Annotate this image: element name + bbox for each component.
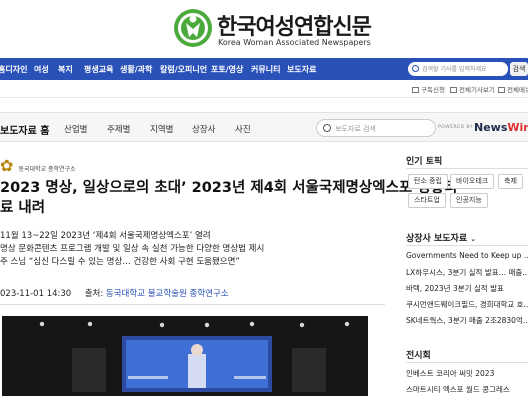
lotus-icon: ✿ — [0, 156, 14, 175]
tab-topic[interactable]: 주제별 — [107, 123, 130, 135]
nav-item-lifelong-education[interactable]: 평생교육 — [84, 64, 113, 75]
tab-region[interactable]: 지역별 — [150, 123, 173, 135]
search-icon — [323, 124, 331, 132]
search-icon — [412, 65, 419, 72]
list-icon — [450, 87, 457, 93]
menu-icon — [498, 87, 505, 93]
divider — [0, 304, 385, 305]
nav-item-press-release[interactable]: 보도자료 — [287, 64, 316, 75]
list-item[interactable]: 쿠시먼앤드웨이크필드, 경희대학교 호... — [406, 299, 528, 310]
tab-photos[interactable]: 사진 — [235, 123, 251, 135]
listed-company-news-title: 상장사 보도자료 ⌄ — [406, 234, 477, 244]
topic-tag[interactable]: 바이오테크 — [450, 174, 495, 189]
nav-item-welfare[interactable]: 복지 — [58, 64, 73, 75]
headline-line-1: 2023 명상, 일상으로의 초대’ 2023년 제4회 서울국제명상엑스포 성… — [0, 180, 458, 196]
popular-topics-title: 인기 토픽 — [406, 157, 443, 167]
nav-item-home-design[interactable]: 홈디자인 — [0, 64, 27, 75]
utility-bar: 구독신청 전체기사보기 전체메뉴 — [0, 80, 528, 98]
exhibitions-title: 전시회 — [406, 351, 431, 361]
stage-photo-image — [2, 316, 368, 396]
list-item[interactable]: 인베스트 코리아 써밋 2023 — [406, 368, 528, 379]
subscribe-link[interactable]: 구독신청 — [412, 84, 445, 94]
list-item[interactable]: LX하우시스, 3분기 실적 발표… 매출... — [406, 267, 528, 278]
source-label: 출처: — [84, 289, 104, 299]
all-menu-link[interactable]: 전체메뉴 — [498, 84, 528, 94]
article-summary: 11월 13~22일 2023년 ‘제4회 서울국제명상엑스포’ 열려 명상 문… — [0, 230, 264, 269]
site-search-placeholder: 검색할 기사를 입력하세요 — [422, 66, 487, 73]
nav-item-column-opinion[interactable]: 칼럼/오피니언 — [160, 64, 207, 75]
article-headline: 2023 명상, 일상으로의 초대’ 2023년 제4회 서울국제명상엑스포 성… — [0, 178, 458, 218]
nav-item-community[interactable]: 커뮤니티 — [251, 64, 280, 75]
all-articles-link[interactable]: 전체기사보기 — [450, 84, 495, 94]
topic-tag[interactable]: 탄소 중립 — [408, 174, 448, 189]
nav-item-photo-video[interactable]: 포토/영상 — [211, 64, 243, 75]
topic-tag[interactable]: 축제 — [498, 174, 523, 189]
site-header: 한국여성연합신문 Korea Woman Associated Newspape… — [0, 0, 528, 62]
newswire-bar: 보도자료 홈 산업별 주제별 지역별 상장사 사진 보도자료 검색 POWERE… — [0, 112, 528, 142]
site-title[interactable]: 한국여성연합신문 — [217, 9, 372, 41]
powered-by-label: POWERED BY — [438, 125, 474, 130]
divider — [406, 362, 528, 363]
list-item[interactable]: 바텍, 2023년 3분기 실적 발표 — [406, 283, 528, 294]
topic-tag[interactable]: 인공지능 — [450, 193, 488, 208]
main-nav: 홈디자인 여성 복지 평생교육 생활/과학 칼럼/오피니언 포토/영상 커뮤니티… — [0, 58, 528, 80]
press-release-search-placeholder: 보도자료 검색 — [335, 125, 376, 133]
summary-line-1: 11월 13~22일 2023년 ‘제4회 서울국제명상엑스포’ 열려 — [0, 231, 211, 241]
site-search-button[interactable]: 검색 — [510, 62, 528, 76]
summary-line-2: 명상 문화콘텐츠 프로그램 개발 및 일상 속 실천 가능한 다양한 명상법 제… — [0, 244, 265, 254]
site-subtitle: Korea Woman Associated Newspapers — [218, 38, 371, 47]
summary-line-3: 주 스님 “심신 다스릴 수 있는 명상… 건강한 사회 구현 도움됐으면” — [0, 257, 240, 267]
newswire-home-link[interactable]: 보도자료 홈 — [0, 122, 49, 137]
list-item[interactable]: SK네트웍스, 3분기 매출 2조2830억... — [406, 315, 528, 326]
tab-listed-companies[interactable]: 상장사 — [192, 123, 215, 135]
topic-tag[interactable]: 스타트업 — [408, 193, 446, 208]
chevron-down-icon[interactable]: ⌄ — [470, 235, 476, 243]
site-search-input[interactable]: 검색할 기사를 입력하세요 — [408, 62, 508, 76]
article-meta: 023-11-01 14:30 출처: 동국대학교 불교학술원 종학연구소 — [0, 287, 229, 299]
newswire-logo[interactable]: NewsWire — [474, 121, 528, 134]
list-item[interactable]: 스마트시티 엑스포 월드 콩그레스 — [406, 384, 528, 395]
tab-industry[interactable]: 산업별 — [64, 123, 87, 135]
headline-line-2: 료 내려 — [0, 200, 46, 216]
article-photo[interactable] — [2, 316, 368, 396]
nav-item-women[interactable]: 여성 — [34, 64, 49, 75]
subscribe-icon — [412, 87, 419, 93]
source-link[interactable]: 동국대학교 불교학술원 종학연구소 — [106, 289, 229, 299]
article-datetime: 023-11-01 14:30 — [0, 289, 72, 299]
nav-item-life-science[interactable]: 생활/과학 — [120, 64, 152, 75]
source-logo-label: 동국대학교 종학연구소 — [18, 166, 76, 173]
press-release-search-input[interactable]: 보도자료 검색 — [316, 119, 436, 137]
source-logo: ✿ 동국대학교 종학연구소 — [0, 156, 76, 175]
list-item[interactable]: Governments Need to Keep up ... — [406, 251, 528, 260]
divider — [406, 245, 528, 246]
logo-icon[interactable] — [173, 8, 213, 48]
divider — [406, 168, 528, 169]
